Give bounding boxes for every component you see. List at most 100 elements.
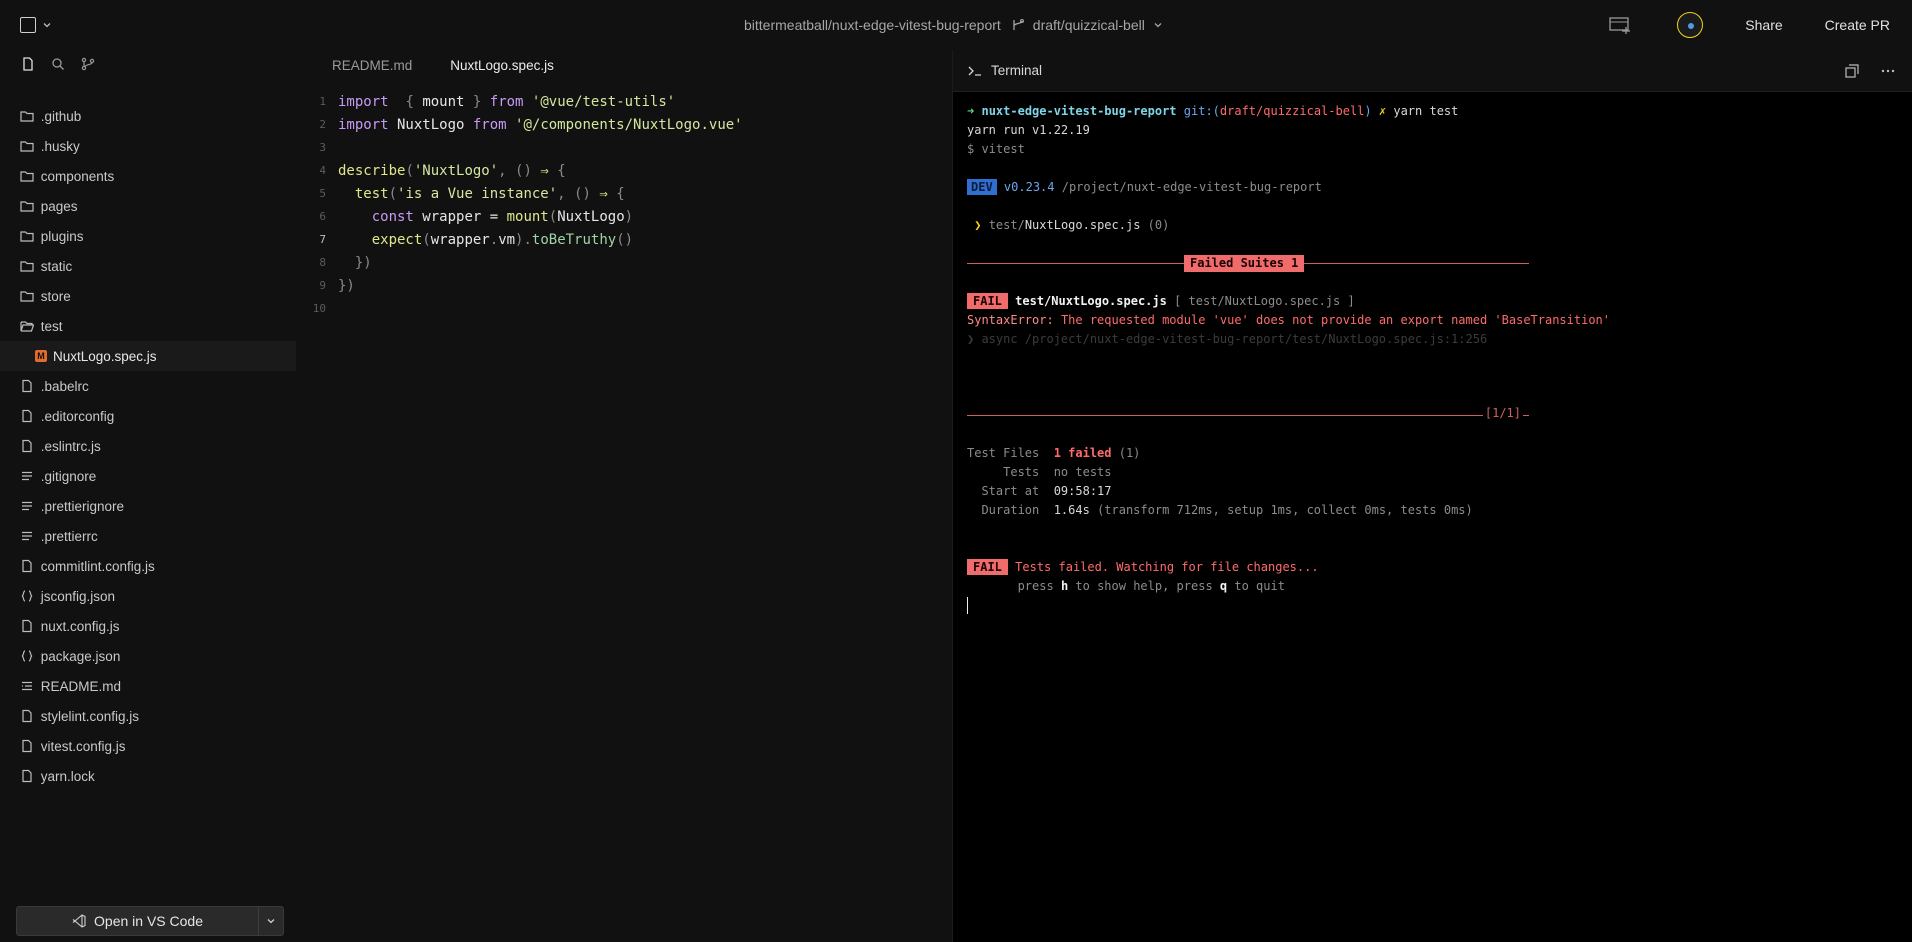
code-editor: README.md NuxtLogo.spec.js 1 import { mou… [296,50,952,942]
fail-badge: FAIL [967,559,1008,575]
file-name: NuxtLogo.spec.js [53,348,157,364]
braces-icon [20,649,34,663]
code-line: 4 describe('NuxtLogo', () ⇒ { [296,159,952,182]
user-avatar[interactable] [1677,12,1704,38]
terminal-line: press h to show help, press q to quit [1017,579,1285,593]
folder-item[interactable]: store [0,281,296,311]
branch-selector[interactable]: draft/quizzical-bell [1011,17,1163,33]
open-in-vscode-label: Open in VS Code [94,913,203,929]
file-name: components [40,168,115,184]
terminal-line: Start at 09:58:17 [981,484,1112,498]
file-item[interactable]: nuxt.config.js [0,611,296,641]
file-explorer-sidebar: .github .husky components pages plugins … [0,50,296,942]
terminal-line: Test Files 1 failed (1) [967,446,1141,460]
file-item[interactable]: .prettierignore [0,491,296,521]
file-name: .eslintrc.js [40,438,101,454]
file-name: commitlint.config.js [40,558,155,574]
pager-label: [1/1] [1482,406,1523,420]
open-in-vscode-button[interactable]: Open in VS Code [17,907,259,935]
vscode-icon [72,914,86,928]
code-line: 8 }) [296,251,952,274]
folder-icon [20,169,34,183]
file-name: store [40,288,71,304]
files-icon[interactable] [20,56,36,72]
repo-breadcrumb: bittermeatball/nuxt-edge-vitest-bug-repo… [744,17,1163,33]
file-item[interactable]: .gitignore [0,461,296,491]
line-number: 10 [312,302,326,315]
file-item[interactable]: yarn.lock [0,761,296,791]
top-bar: bittermeatball/nuxt-edge-vitest-bug-repo… [0,0,1912,50]
line-number: 5 [319,187,326,200]
markdown-icon [20,679,34,693]
terminal-line: Tests no tests [1003,465,1112,479]
file-item[interactable]: README.md [0,671,296,701]
tab-readme[interactable]: README.md [332,58,412,78]
open-in-vscode-group: Open in VS Code [16,906,284,936]
folder-icon [20,259,34,273]
folder-item[interactable]: static [0,251,296,281]
folder-item[interactable]: .github [0,101,296,131]
search-icon[interactable] [50,56,66,72]
terminal-line: FAIL Tests failed. Watching for file cha… [967,558,1902,577]
folder-icon [20,289,34,303]
open-in-vscode-dropdown[interactable] [259,907,283,935]
file-item[interactable]: package.json [0,641,296,671]
more-options-icon[interactable] [1880,63,1896,79]
folder-icon [20,229,34,243]
file-item[interactable]: .babelrc [0,371,296,401]
file-icon [20,769,34,783]
layout-toggle-icon[interactable] [1609,16,1631,34]
file-item[interactable]: .prettierrc [0,521,296,551]
folder-item[interactable]: .husky [0,131,296,161]
file-item[interactable]: jsconfig.json [0,581,296,611]
file-name: .prettierignore [40,498,125,514]
folder-item[interactable]: pages [0,191,296,221]
file-item[interactable]: commitlint.config.js [0,551,296,581]
braces-icon [20,589,34,603]
code-area[interactable]: 1 import { mount } from '@vue/test-utils'… [296,90,952,320]
terminal-line: DEV v0.23.4 /project/nuxt-edge-vitest-bu… [967,178,1902,197]
terminal-line: SyntaxError: The requested module 'vue' … [967,313,1611,327]
terminal-line: Duration 1.64s (transform 712ms, setup 1… [981,503,1473,517]
tab-nuxtlogo-spec[interactable]: NuxtLogo.spec.js [450,58,554,78]
file-item[interactable]: stylelint.config.js [0,701,296,731]
pager-divider: [1/1] [967,406,1529,425]
file-item[interactable]: .editorconfig [0,401,296,431]
folder-item[interactable]: plugins [0,221,296,251]
share-button[interactable]: Share [1745,17,1782,33]
folder-icon [20,199,34,213]
folder-item[interactable]: components [0,161,296,191]
create-pr-button[interactable]: Create PR [1825,17,1890,33]
file-name: .prettierrc [40,528,98,544]
file-item[interactable]: vitest.config.js [0,731,296,761]
file-tree: .github .husky components pages plugins … [0,101,296,791]
editor-tabs: README.md NuxtLogo.spec.js [296,50,952,78]
file-name: README.md [40,678,122,694]
branch-name: draft/quizzical-bell [1032,17,1145,33]
dev-badge: DEV [967,179,997,195]
file-name: yarn.lock [40,768,95,784]
sidebar-toolbar [20,56,96,72]
file-item-active[interactable]: M NuxtLogo.spec.js [0,341,296,371]
file-name: .husky [40,138,80,154]
file-item[interactable]: .eslintrc.js [0,431,296,461]
popout-icon[interactable] [1844,63,1860,79]
file-name: package.json [40,648,121,664]
repo-name[interactable]: bittermeatball/nuxt-edge-vitest-bug-repo… [744,17,1001,33]
file-name: stylelint.config.js [40,708,140,724]
file-name: plugins [40,228,84,244]
code-line: 1 import { mount } from '@vue/test-utils' [296,90,952,113]
app-menu[interactable] [20,17,52,33]
line-number: 4 [319,164,326,177]
source-control-icon[interactable] [80,56,96,72]
file-icon [20,439,34,453]
terminal-output[interactable]: ➜ nuxt-edge-vitest-bug-report git:(draft… [967,102,1902,615]
folder-item[interactable]: test [0,311,296,341]
